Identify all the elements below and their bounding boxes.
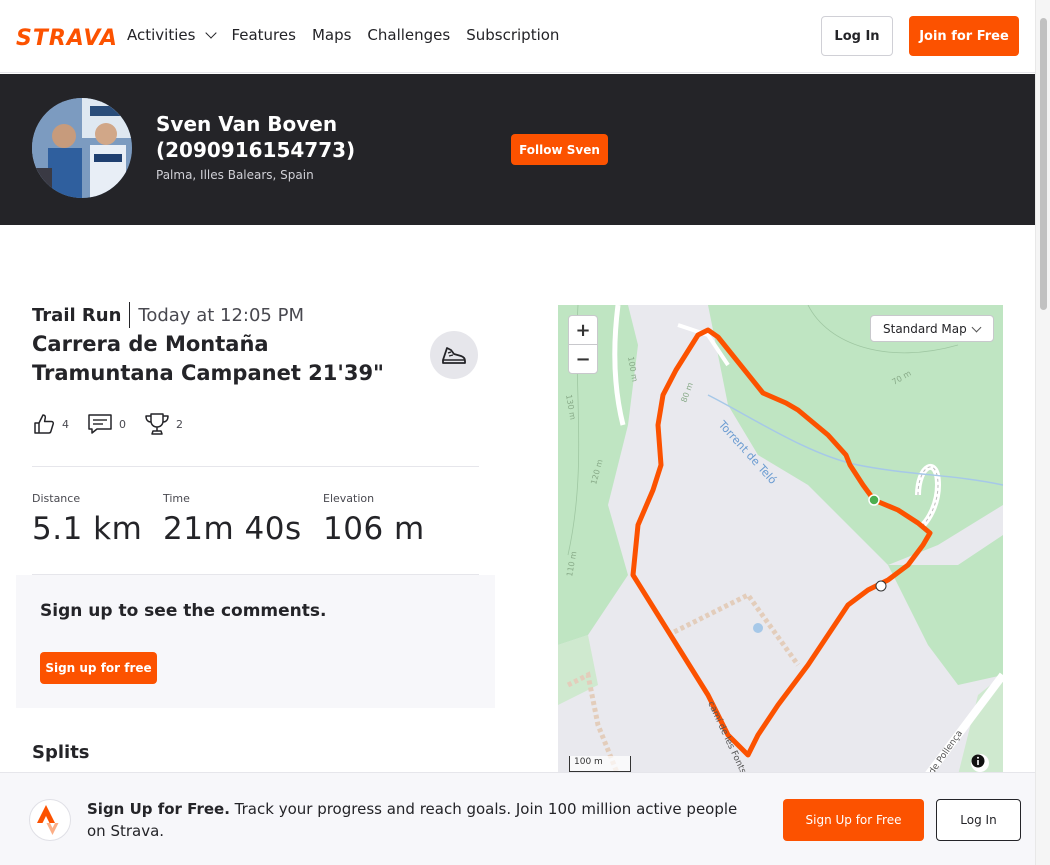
kudos-button[interactable]: 4 (32, 412, 69, 436)
map-type-select[interactable]: Standard Map (870, 315, 994, 342)
stat-label: Distance (32, 492, 81, 505)
top-nav: STRAVA Activities Features Maps Challeng… (0, 0, 1035, 73)
zoom-in-button[interactable]: + (569, 316, 597, 345)
athlete-name[interactable]: Sven Van Boven (2090916154773) (156, 111, 486, 163)
signup-button[interactable]: Sign up for free (40, 652, 157, 684)
signup-banner: Sign Up for Free. Track your progress an… (0, 772, 1035, 865)
zoom-controls: + − (568, 315, 598, 374)
map-info-button[interactable] (971, 754, 989, 772)
athlete-header: Sven Van Boven (2090916154773) Palma, Il… (0, 74, 1035, 225)
map-canvas[interactable]: Torrent de Teló camí de les Fonts de Pol… (558, 305, 1003, 775)
nav-subscription[interactable]: Subscription (466, 26, 559, 44)
stat-value: 21m 40s (163, 511, 302, 547)
comments-signup-title: Sign up to see the comments. (40, 601, 327, 621)
stat-time: Time 21m 40s (163, 492, 302, 547)
strava-logo-badge (29, 799, 71, 841)
banner-signup-button[interactable]: Sign Up for Free (783, 799, 924, 841)
avatar-photo (32, 98, 132, 198)
nav-links: Activities Features Maps Challenges Subs… (127, 26, 559, 44)
banner-login-button[interactable]: Log In (936, 799, 1021, 841)
stat-value: 5.1 km (32, 511, 143, 547)
nav-activities[interactable]: Activities (127, 26, 218, 44)
nav-challenges[interactable]: Challenges (367, 26, 450, 44)
divider (32, 466, 479, 467)
activity-title: Carrera de Montaña Tramuntana Campanet 2… (32, 332, 384, 385)
comments-signup-box: Sign up to see the comments. Sign up for… (16, 575, 495, 708)
route-map[interactable]: Torrent de Teló camí de les Fonts de Pol… (558, 305, 1003, 775)
activity-date: Today at 12:05 PM (138, 304, 304, 326)
activity-type-row: Trail Run Today at 12:05 PM (32, 302, 304, 328)
stat-label: Elevation (323, 492, 375, 505)
stat-label: Time (163, 492, 190, 505)
strava-logo[interactable]: STRAVA (16, 26, 118, 51)
trophy-icon (145, 413, 169, 435)
strava-logo-icon (37, 805, 59, 835)
stat-value: 106 m (323, 511, 425, 547)
comments-count: 0 (119, 417, 126, 431)
achievements-count: 2 (176, 417, 183, 431)
chevron-down-icon (205, 26, 218, 39)
running-shoe-icon (442, 347, 466, 364)
map-scale: 100 m (569, 756, 631, 772)
social-row: 4 0 2 (32, 412, 183, 436)
zoom-out-button[interactable]: − (569, 345, 597, 374)
banner-bold: Sign Up for Free. (87, 800, 230, 818)
kudos-count: 4 (62, 417, 69, 431)
comments-button[interactable]: 0 (87, 412, 126, 436)
stat-elevation: Elevation 106 m (323, 492, 425, 547)
activity-type: Trail Run (32, 304, 122, 326)
chevron-down-icon (971, 322, 982, 333)
splits-heading: Splits (32, 742, 90, 763)
comment-icon (88, 414, 112, 434)
nav-features[interactable]: Features (231, 26, 296, 44)
banner-text: Sign Up for Free. Track your progress an… (87, 798, 757, 842)
achievements-button[interactable]: 2 (144, 412, 183, 436)
athlete-location: Palma, Illes Balears, Spain (156, 168, 314, 182)
stat-distance: Distance 5.1 km (32, 492, 142, 547)
info-icon (971, 754, 985, 768)
login-button[interactable]: Log In (821, 16, 893, 56)
scrollbar[interactable] (1035, 0, 1050, 865)
join-button[interactable]: Join for Free (909, 16, 1019, 56)
sport-badge (430, 331, 478, 379)
map-type-value: Standard Map (883, 321, 967, 336)
thumbs-up-icon (34, 414, 55, 434)
scrollbar-thumb[interactable] (1040, 18, 1047, 310)
nav-maps[interactable]: Maps (312, 26, 351, 44)
avatar[interactable] (32, 98, 132, 198)
follow-button[interactable]: Follow Sven (511, 134, 608, 165)
divider (129, 302, 131, 328)
